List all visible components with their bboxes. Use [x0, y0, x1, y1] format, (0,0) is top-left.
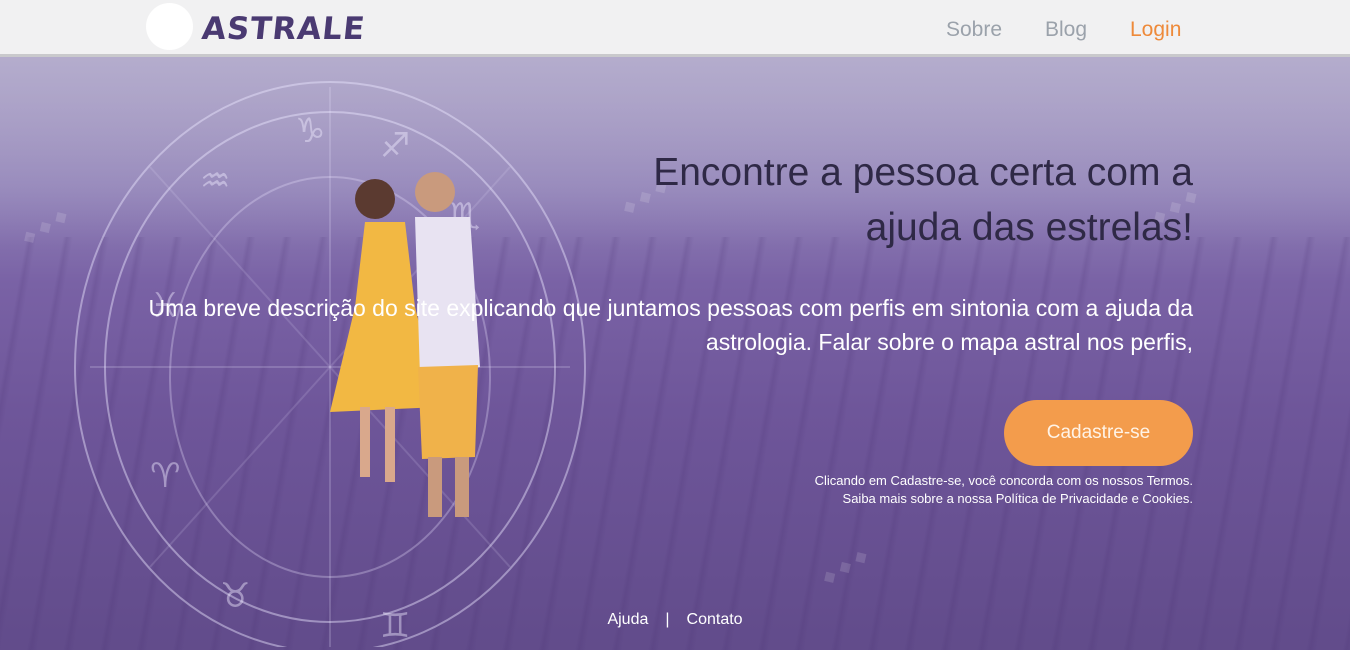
logo-circle[interactable] [146, 3, 193, 50]
hero-description: Uma breve descrição do site explicando q… [148, 295, 1193, 355]
svg-text:♑: ♑ [295, 111, 325, 151]
nav-link-login[interactable]: Login [1130, 16, 1181, 44]
footer-link-contact[interactable]: Contato [687, 611, 743, 628]
top-navbar: ASTRALE Sobre Blog Login [0, 0, 1350, 57]
svg-text:♈: ♈ [150, 456, 180, 496]
footer-links: Ajuda | Contato [0, 609, 1350, 631]
terms-notice: Clicando em Cadastre-se, você concorda c… [693, 472, 1193, 508]
svg-text:♐: ♐ [380, 126, 410, 166]
hero-title: Encontre a pessoa certa com a ajuda das … [653, 151, 1193, 249]
nav-link-blog[interactable]: Blog [1045, 16, 1087, 44]
terms-line-terms[interactable]: Clicando em Cadastre-se, você concorda c… [693, 472, 1193, 490]
footer-separator: | [665, 611, 670, 628]
hero-section: ♑ ♐ ♒ ♏ ♓ ♈ ♉ ♊ ◆ ◆ ◆ ◆ ◆ ◆ ◆ ◆ ◆ ◆ ◆ ◆ … [0, 57, 1350, 650]
signup-button[interactable]: Cadastre-se [1004, 400, 1193, 466]
footer-link-help[interactable]: Ajuda [607, 611, 648, 628]
svg-text:♒: ♒ [200, 161, 230, 201]
nav-link-sobre[interactable]: Sobre [946, 16, 1002, 44]
terms-line-privacy[interactable]: Saiba mais sobre a nossa Política de Pri… [693, 490, 1193, 508]
logo-text[interactable]: ASTRALE [200, 9, 367, 49]
